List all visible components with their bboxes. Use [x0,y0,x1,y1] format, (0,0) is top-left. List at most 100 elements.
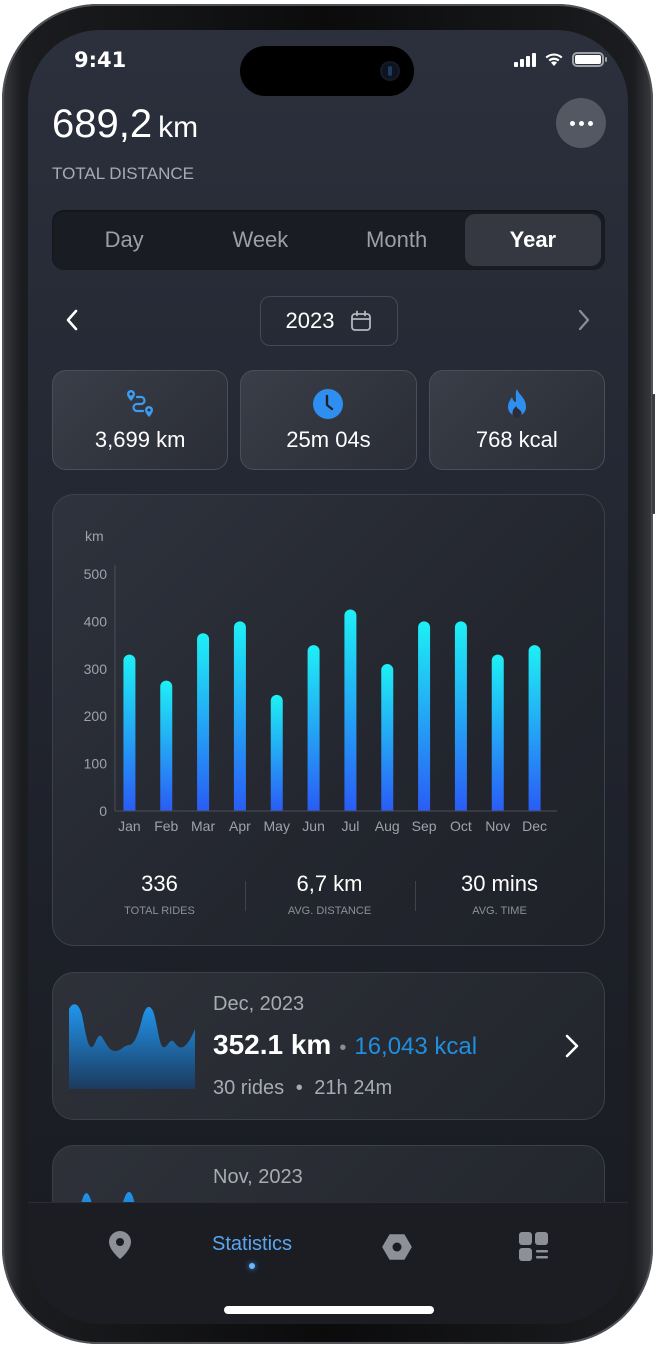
stat-card-time: 25m 04s [240,370,417,470]
year-picker[interactable]: 2023 [260,296,398,346]
calendar-icon [351,310,372,331]
y-tick-label: 0 [99,803,107,819]
summary-label: TOTAL RIDES [124,905,195,917]
total-distance-number: 689,2 [52,102,153,146]
x-tick-label: Jan [118,818,141,834]
bar-chart: km 0 100 200 300 400 500 Jan Feb Mar Apr May Jun Ju… [84,528,557,834]
x-tick-label: Feb [154,818,178,834]
month-rides-duration: 30 rides • 21h 24m [213,1077,392,1100]
total-distance-value: 689,2 km [52,102,198,147]
bar-apr[interactable] [233,621,246,811]
month-distance: 352.1 km [213,1029,332,1060]
total-distance-label: TOTAL DISTANCE [52,164,195,183]
bar-nov[interactable] [491,654,504,811]
x-tick-label: Nov [485,818,510,834]
x-tick-label: Oct [450,818,472,834]
more-options-button[interactable] [556,98,606,148]
tab-dashboard[interactable] [518,1231,550,1263]
stat-calories-value: 768 kcal [475,427,558,452]
chevron-left-icon[interactable] [58,305,88,335]
stat-cards: 3,699 km 25m 04s 768 kcal [52,370,605,470]
tab-day[interactable]: Day [56,214,192,266]
camera-icon [380,61,400,81]
bar-sep[interactable] [418,621,431,811]
cellular-signal-icon [514,52,536,67]
tab-statistics[interactable]: Statistics [212,1229,292,1269]
bar-jul[interactable] [344,609,357,811]
summary-label: AVG. DISTANCE [287,905,372,917]
home-indicator[interactable] [224,1306,434,1314]
chevron-right-icon[interactable] [568,305,598,335]
month-stats: 352.1 km • 16,043 kcal [213,1029,477,1061]
summary-label: AVG. TIME [472,905,527,917]
screen: 9:41 689,2 km TOTAL DISTANCE Day Week Mon… [28,30,628,1324]
phone-frame: 9:41 689,2 km TOTAL DISTANCE Day Week Mon… [2,4,655,1344]
status-icons [514,52,607,67]
summary-avg-distance: 6,7 km AVG. DISTANCE [244,871,415,917]
x-tick-label: Sep [412,818,437,834]
yearly-distance-chart: km 0 100 200 300 400 500 Jan Feb Mar Apr May Jun Ju… [52,494,605,946]
dashboard-icon [519,1232,548,1261]
tab-settings[interactable] [382,1233,412,1261]
bar-jun[interactable] [307,645,320,811]
summary-value: 30 mins [460,871,539,896]
month-date: Dec, 2023 [213,993,305,1015]
x-tick-label: Dec [522,818,547,834]
bar-dec[interactable] [528,645,541,811]
active-indicator [249,1263,256,1269]
bar-mar[interactable] [197,633,210,811]
bar-may[interactable] [270,694,283,811]
bar-jan[interactable] [123,654,136,811]
tab-year[interactable]: Year [464,214,601,266]
stat-card-distance: 3,699 km [52,370,229,470]
period-segmented-control: Day Week Month Year [52,210,605,270]
year-value: 2023 [285,308,335,333]
sparkline-chart [69,1004,195,1089]
x-tick-label: Jun [302,818,325,834]
x-tick-label: Mar [191,818,215,834]
dynamic-island [240,46,414,96]
bar-oct[interactable] [454,621,467,811]
separator: • [295,1077,303,1099]
total-distance-unit: km [158,111,199,144]
stat-card-calories: 768 kcal [428,370,605,470]
month-date: Nov, 2023 [213,1166,303,1188]
x-tick-label: May [264,818,290,834]
chevron-right-icon [565,1034,579,1058]
more-horizontal-icon [569,120,575,126]
status-time: 9:41 [74,48,127,72]
summary-total-rides: 336 TOTAL RIDES [75,871,245,917]
summary-avg-time: 30 mins AVG. TIME [414,871,585,917]
tab-statistics-label: Statistics [212,1233,293,1255]
tab-month[interactable]: Month [329,214,465,266]
x-tick-label: Apr [229,818,251,834]
chart-summary: 336 TOTAL RIDES 6,7 km AVG. DISTANCE 30 … [53,871,606,917]
stat-time-value: 25m 04s [286,427,371,452]
more-dot [587,120,593,126]
y-tick-label: 400 [84,613,108,629]
tab-map[interactable] [106,1229,134,1261]
y-tick-label: 500 [84,566,108,582]
stat-distance-value: 3,699 km [94,427,186,452]
wifi-icon [545,53,563,66]
month-duration: 21h 24m [314,1077,393,1099]
y-tick-label: 100 [84,756,108,772]
bar-aug[interactable] [381,664,394,811]
route-icon [127,390,154,417]
bar-feb[interactable] [160,680,173,811]
flame-icon [507,389,526,419]
month-card-dec[interactable]: Dec, 2023 352.1 km • 16,043 kcal 30 ride… [52,972,605,1120]
map-pin-icon [109,1231,131,1259]
month-rides: 30 rides [213,1077,285,1099]
more-dot [578,120,584,126]
x-tick-label: Aug [375,818,400,834]
month-calories: 16,043 kcal [354,1033,478,1060]
y-axis-label: km [85,528,104,544]
hex-nut-icon [382,1234,412,1260]
separator: • [339,1037,347,1059]
battery-icon [572,52,607,67]
clock-icon [313,389,344,419]
y-tick-label: 300 [84,661,108,677]
tab-week[interactable]: Week [192,214,328,266]
x-tick-label: Jul [341,818,359,834]
